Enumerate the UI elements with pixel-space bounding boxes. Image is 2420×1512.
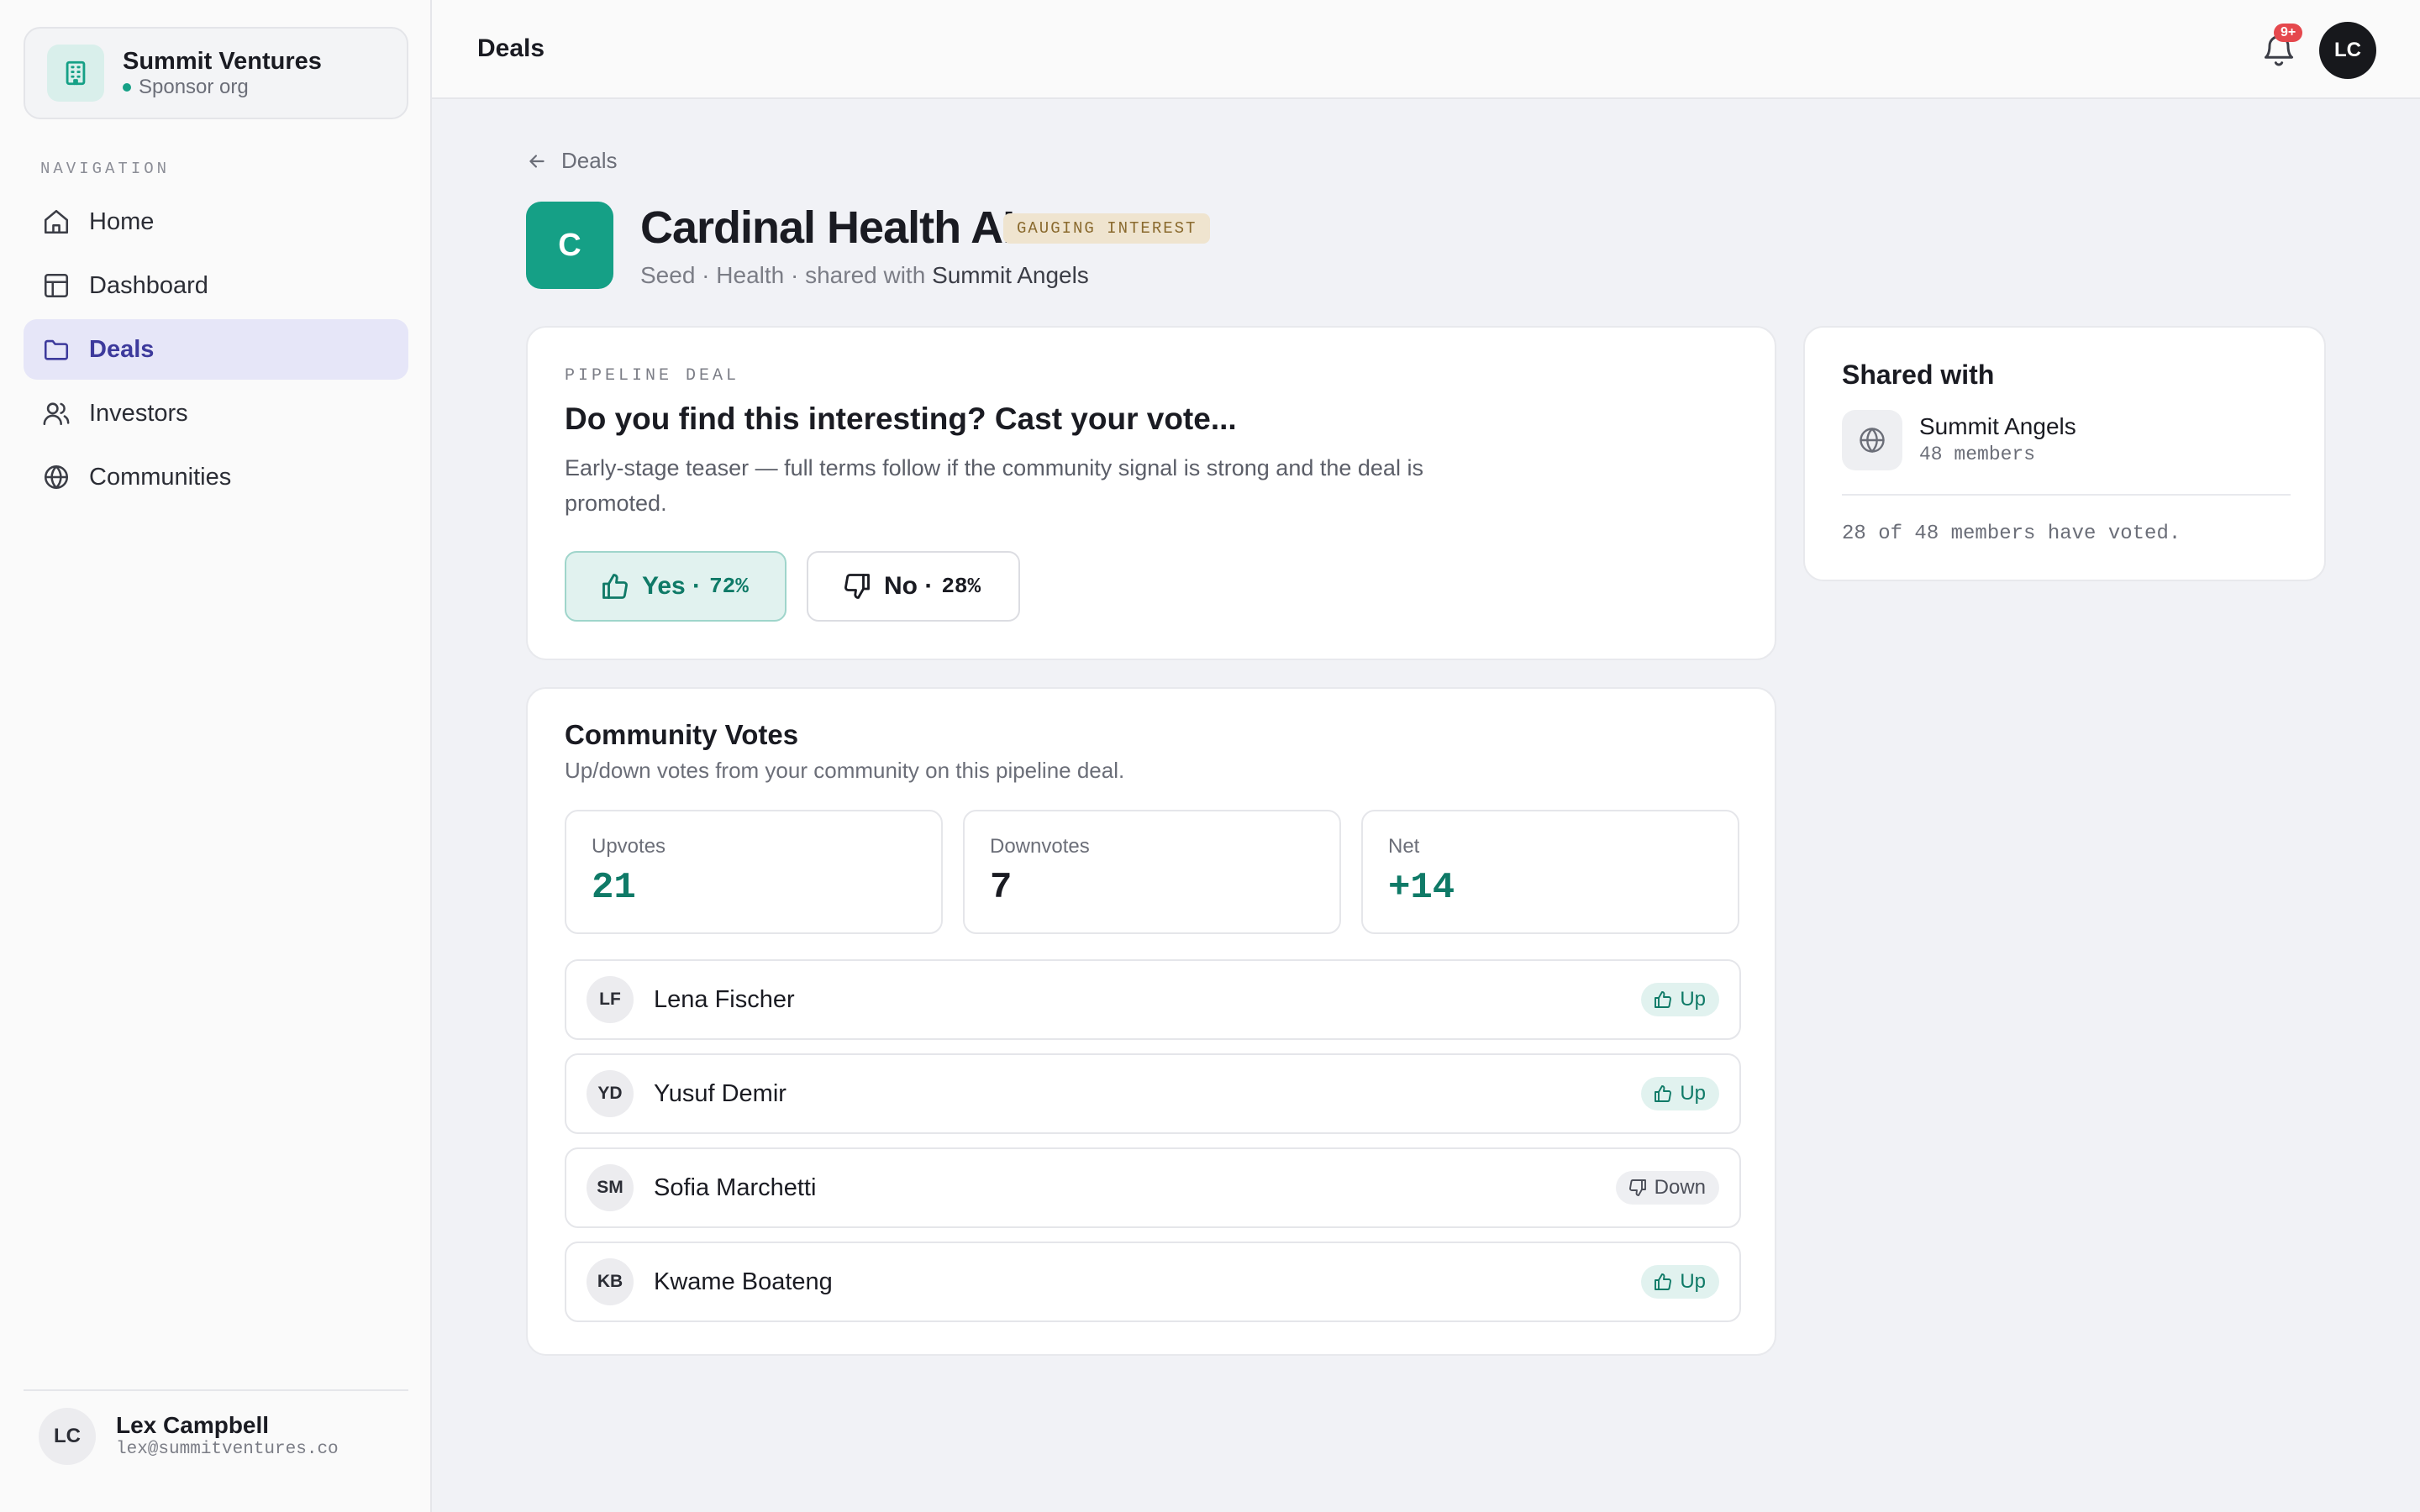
stat-upvotes: Upvotes 21: [565, 810, 943, 934]
divider: [24, 1389, 408, 1391]
avatar[interactable]: LC: [2319, 22, 2376, 79]
sidebar-item-dashboard[interactable]: Dashboard: [24, 255, 408, 316]
stat-label: Upvotes: [592, 835, 666, 858]
sidebar-item-label: Dashboard: [89, 271, 208, 299]
list-item: YD Yusuf Demir Up: [565, 1053, 1741, 1134]
sidebar-item-investors[interactable]: Investors: [24, 383, 408, 444]
thumbs-up-icon: [1655, 991, 1672, 1008]
back-link-label: Deals: [561, 148, 618, 173]
vote-badge-label: Up: [1680, 1270, 1706, 1293]
globe-icon: [1842, 410, 1902, 470]
card-eyebrow: PIPELINE DEAL: [565, 366, 740, 386]
sidebar: Summit Ventures Sponsor org NAVIGATION H…: [0, 0, 432, 1512]
sidebar-item-home[interactable]: Home: [24, 192, 408, 252]
status-badge: GAUGING INTEREST: [1003, 213, 1211, 244]
avatar: KB: [587, 1258, 634, 1305]
community-votes-card: Community Votes Up/down votes from your …: [526, 687, 1776, 1356]
folder-icon: [40, 333, 72, 365]
stat-value: 21: [592, 867, 636, 909]
thumbs-up-icon: [1655, 1085, 1672, 1102]
back-link[interactable]: Deals: [526, 148, 617, 174]
vote-badge: Up: [1641, 1265, 1719, 1299]
deal-meta-text: Seed · Health · shared with: [640, 262, 933, 288]
vote-description: Early-stage teaser — full terms follow i…: [565, 455, 1423, 516]
deal-meta: Seed · Health · shared with Summit Angel…: [640, 262, 1089, 289]
nav-heading: NAVIGATION: [40, 160, 171, 178]
avatar: LF: [587, 976, 634, 1023]
vote-no-button[interactable]: No · 28%: [807, 551, 1020, 622]
stat-value: 7: [990, 867, 1013, 909]
sidebar-item-label: Communities: [89, 463, 232, 491]
vote-badge: Down: [1615, 1171, 1719, 1205]
stat-label: Net: [1388, 835, 1420, 858]
thumbs-up-icon: [602, 574, 628, 599]
stat-downvotes: Downvotes 7: [963, 810, 1341, 934]
list-item: LF Lena Fischer Up: [565, 959, 1741, 1040]
user-email: lex@summitventures.co: [116, 1440, 339, 1459]
page-title: Deals: [477, 34, 545, 62]
sidebar-item-label: Deals: [89, 335, 155, 363]
thumbs-down-icon: [844, 574, 870, 599]
divider: [1842, 494, 2291, 496]
avatar: LC: [39, 1408, 96, 1465]
vote-card: PIPELINE DEAL Do you find this interesti…: [526, 326, 1776, 660]
thumbs-down-icon: [1628, 1179, 1646, 1196]
vote-yes-button[interactable]: Yes · 72%: [565, 551, 786, 622]
list-item: SM Sofia Marchetti Down: [565, 1147, 1741, 1228]
avatar: SM: [587, 1164, 634, 1211]
section-title: Shared with: [1842, 360, 1995, 390]
vote-badge-label: Up: [1680, 1082, 1706, 1105]
globe-icon: [40, 461, 72, 493]
home-icon: [40, 206, 72, 238]
sidebar-item-label: Investors: [89, 399, 188, 427]
org-name: Summit Ventures: [123, 48, 322, 75]
org-type: Sponsor org: [139, 76, 249, 98]
deal-title: Cardinal Health AI: [640, 202, 1015, 253]
vote-badge-label: Down: [1654, 1176, 1706, 1199]
community-name[interactable]: Summit Angels: [1919, 413, 2076, 440]
voter-name: Lena Fischer: [654, 985, 795, 1013]
org-switcher[interactable]: Summit Ventures Sponsor org: [24, 27, 408, 119]
sidebar-item-label: Home: [89, 207, 155, 235]
list-item: KB Kwame Boateng Up: [565, 1242, 1741, 1322]
vote-no-percent: 28%: [941, 574, 981, 599]
voter-name: Yusuf Demir: [654, 1079, 786, 1107]
deal-logo: C: [526, 202, 613, 289]
vote-yes-label: Yes ·: [642, 572, 702, 600]
vote-no-label: No ·: [884, 572, 934, 600]
user-name: Lex Campbell: [116, 1412, 270, 1438]
stat-value: +14: [1388, 867, 1455, 909]
section-title: Community Votes: [565, 719, 799, 750]
section-subtitle: Up/down votes from your community on thi…: [565, 758, 1125, 783]
thumbs-up-icon: [1655, 1273, 1672, 1290]
vote-badge-label: Up: [1680, 988, 1706, 1011]
vote-badge: Up: [1641, 1077, 1719, 1110]
voted-summary: 28 of 48 members have voted.: [1842, 522, 2181, 545]
voter-name: Kwame Boateng: [654, 1268, 833, 1295]
sidebar-item-communities[interactable]: Communities: [24, 447, 408, 507]
vote-yes-percent: 72%: [709, 574, 749, 599]
sidebar-nav: Home Dashboard Deals Investors Communiti…: [24, 192, 408, 511]
layout-icon: [40, 270, 72, 302]
building-icon: [47, 45, 104, 102]
stat-label: Downvotes: [990, 835, 1090, 858]
status-dot: [123, 83, 131, 92]
stat-net: Net +14: [1361, 810, 1739, 934]
vote-question: Do you find this interesting? Cast your …: [565, 402, 1237, 436]
deal-community-link[interactable]: Summit Angels: [932, 262, 1089, 288]
avatar: YD: [587, 1070, 634, 1117]
shared-with-card: Shared with Summit Angels 48 members 28 …: [1803, 326, 2326, 581]
user-profile[interactable]: LC Lex Campbell lex@summitventures.co: [39, 1408, 339, 1465]
topbar: Deals 9+ LC: [432, 0, 2420, 99]
users-icon: [40, 397, 72, 429]
notification-badge: 9+: [2274, 24, 2303, 42]
voter-name: Sofia Marchetti: [654, 1173, 817, 1201]
member-count: 48 members: [1919, 444, 2036, 465]
vote-badge: Up: [1641, 983, 1719, 1016]
arrow-left-icon: [529, 154, 544, 168]
sidebar-item-deals[interactable]: Deals: [24, 319, 408, 380]
